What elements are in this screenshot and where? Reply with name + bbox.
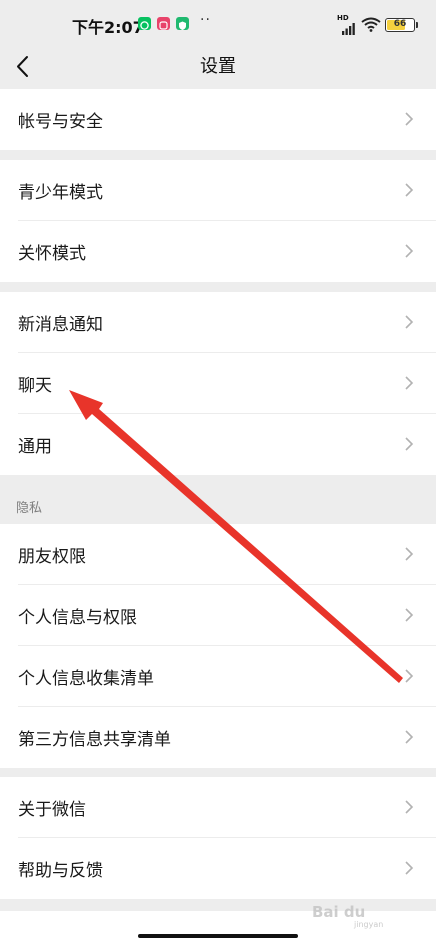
settings-item-personal-info-permissions[interactable]: 个人信息与权限	[0, 585, 436, 646]
page-title: 设置	[200, 56, 236, 77]
battery-icon: 66	[385, 18, 415, 32]
home-indicator[interactable]	[138, 934, 298, 938]
wifi-icon	[361, 17, 381, 36]
settings-item-label: 新消息通知	[18, 315, 103, 335]
settings-item-label: 青少年模式	[18, 183, 103, 203]
watermark-sub: jingyan	[354, 920, 384, 929]
chevron-right-icon	[404, 436, 414, 456]
group-account: 帐号与安全	[0, 89, 436, 150]
more-notifications-icon: ··	[200, 12, 211, 28]
status-bar: 下午2:07 ·· HD 66	[0, 0, 436, 46]
chevron-right-icon	[404, 182, 414, 202]
status-time: 下午2:07	[72, 18, 144, 37]
settings-item-label: 通用	[18, 437, 52, 457]
settings-item-chat[interactable]: 聊天	[0, 353, 436, 414]
settings-item-label: 第三方信息共享清单	[18, 730, 171, 750]
group-modes: 青少年模式 关怀模式	[0, 160, 436, 282]
section-header-privacy: 隐私	[16, 501, 43, 516]
chevron-right-icon	[404, 860, 414, 880]
chevron-right-icon	[404, 111, 414, 131]
wechat-icon	[138, 17, 151, 30]
watermark-logo: Bai du	[312, 903, 366, 921]
group-general: 新消息通知 聊天 通用	[0, 292, 436, 475]
chevron-right-icon	[404, 375, 414, 395]
battery-cap	[416, 22, 418, 28]
settings-item-notifications[interactable]: 新消息通知	[0, 292, 436, 353]
settings-item-friend-permissions[interactable]: 朋友权限	[0, 524, 436, 585]
settings-item-label: 个人信息收集清单	[18, 669, 154, 689]
shield-icon	[176, 17, 189, 30]
signal-icon	[342, 20, 356, 35]
chevron-right-icon	[404, 314, 414, 334]
settings-item-about-wechat[interactable]: 关于微信	[0, 777, 436, 838]
group-privacy: 朋友权限 个人信息与权限 个人信息收集清单 第三方信息共享清单	[0, 524, 436, 768]
settings-item-info-collection-list[interactable]: 个人信息收集清单	[0, 646, 436, 707]
settings-item-label: 聊天	[18, 376, 52, 396]
settings-item-label: 关于微信	[18, 800, 86, 820]
settings-item-third-party-sharing-list[interactable]: 第三方信息共享清单	[0, 707, 436, 768]
chevron-right-icon	[404, 243, 414, 263]
settings-item-label: 朋友权限	[18, 547, 86, 567]
battery-level: 66	[393, 19, 407, 29]
chevron-right-icon	[404, 668, 414, 688]
settings-item-teen-mode[interactable]: 青少年模式	[0, 160, 436, 221]
settings-item-label: 帮助与反馈	[18, 861, 103, 881]
chevron-right-icon	[404, 607, 414, 627]
chevron-right-icon	[404, 799, 414, 819]
settings-item-care-mode[interactable]: 关怀模式	[0, 221, 436, 282]
group-about: 关于微信 帮助与反馈	[0, 777, 436, 899]
settings-item-account-security[interactable]: 帐号与安全	[0, 89, 436, 150]
settings-item-help-feedback[interactable]: 帮助与反馈	[0, 838, 436, 899]
settings-item-label: 帐号与安全	[18, 112, 103, 132]
music-icon	[157, 17, 170, 30]
chevron-right-icon	[404, 729, 414, 749]
settings-item-general[interactable]: 通用	[0, 414, 436, 475]
settings-item-label: 个人信息与权限	[18, 608, 137, 628]
nav-bar: 设置	[0, 46, 436, 88]
settings-item-label: 关怀模式	[18, 244, 86, 264]
chevron-right-icon	[404, 546, 414, 566]
